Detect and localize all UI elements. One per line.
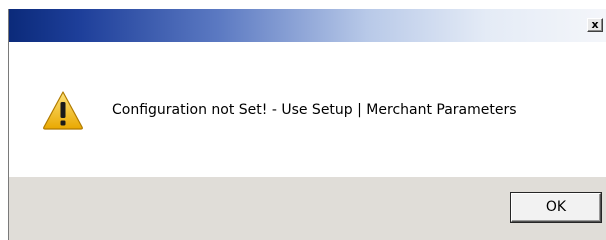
warning-icon [43, 91, 83, 130]
title-bar[interactable]: x [9, 9, 606, 42]
dialog-footer: OK [9, 177, 606, 240]
dialog-message: Configuration not Set! - Use Setup | Mer… [112, 102, 517, 118]
close-icon: x [591, 18, 599, 31]
message-dialog: x Configuration not Set! - Use Setup | M… [8, 9, 606, 240]
close-button[interactable]: x [587, 18, 603, 32]
dialog-content: Configuration not Set! - Use Setup | Mer… [9, 42, 606, 177]
ok-button[interactable]: OK [511, 193, 601, 222]
